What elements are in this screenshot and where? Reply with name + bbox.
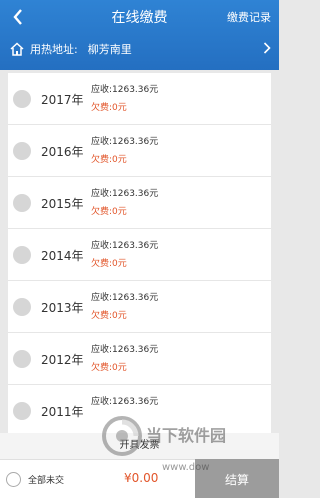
total-amount: ¥0.00 <box>124 471 159 485</box>
bill-year: 2011年 <box>41 405 84 419</box>
app-header: 在线缴费 缴费记录 用热地址: 柳芳南里 <box>0 0 279 70</box>
select-all-label: 全部未交 <box>28 476 65 486</box>
bill-row-2016[interactable]: 2016年 应收:1263.36元 欠费:0元 <box>8 125 271 177</box>
bill-year: 2012年 <box>41 353 84 367</box>
bill-row-2015[interactable]: 2015年 应收:1263.36元 欠费:0元 <box>8 177 271 229</box>
bill-receivable: 应收:1263.36元 <box>91 397 159 407</box>
bill-row-2011[interactable]: 2011年 应收:1263.36元 <box>8 385 271 433</box>
select-all-checkbox[interactable] <box>6 472 21 487</box>
bill-receivable: 应收:1263.36元 <box>91 345 159 355</box>
select-radio[interactable] <box>13 142 31 160</box>
bill-owed: 欠费:0元 <box>91 207 127 217</box>
address-label: 用热地址: <box>30 43 78 56</box>
address-value: 柳芳南里 <box>87 43 132 56</box>
bill-year: 2017年 <box>41 93 84 107</box>
bill-receivable: 应收:1263.36元 <box>91 85 159 95</box>
bill-year: 2014年 <box>41 249 84 263</box>
bill-owed: 欠费:0元 <box>91 259 127 269</box>
bill-receivable: 应收:1263.36元 <box>91 241 159 251</box>
payment-history-link[interactable]: 缴费记录 <box>227 9 271 25</box>
bill-year: 2015年 <box>41 197 84 211</box>
select-radio[interactable] <box>13 402 31 420</box>
checkout-button[interactable]: 结算 <box>195 459 279 498</box>
bill-owed: 欠费:0元 <box>91 311 127 321</box>
bill-row-2017[interactable]: 2017年 应收:1263.36元 欠费:0元 <box>8 73 271 125</box>
select-radio[interactable] <box>13 194 31 212</box>
bill-list: 2017年 应收:1263.36元 欠费:0元 2016年 应收:1263.36… <box>8 73 271 433</box>
bill-row-2014[interactable]: 2014年 应收:1263.36元 欠费:0元 <box>8 229 271 281</box>
bill-owed: 欠费:0元 <box>91 363 127 373</box>
address-bar[interactable]: 用热地址: 柳芳南里 <box>0 34 279 64</box>
select-radio[interactable] <box>13 350 31 368</box>
home-icon <box>8 40 26 58</box>
bill-row-2012[interactable]: 2012年 应收:1263.36元 欠费:0元 <box>8 333 271 385</box>
select-radio[interactable] <box>13 246 31 264</box>
chevron-right-icon <box>263 42 271 57</box>
bill-receivable: 应收:1263.36元 <box>91 293 159 303</box>
bill-owed: 欠费:0元 <box>91 103 127 113</box>
bill-owed: 欠费:0元 <box>91 155 127 165</box>
select-radio[interactable] <box>13 90 31 108</box>
bill-year: 2016年 <box>41 145 84 159</box>
bill-year: 2013年 <box>41 301 84 315</box>
issue-invoice-button[interactable]: 开具发票 <box>0 433 279 459</box>
footer-bar: 全部未交 ¥0.00 结算 <box>0 459 279 498</box>
bill-receivable: 应收:1263.36元 <box>91 137 159 147</box>
bill-row-2013[interactable]: 2013年 应收:1263.36元 欠费:0元 <box>8 281 271 333</box>
select-radio[interactable] <box>13 298 31 316</box>
bill-receivable: 应收:1263.36元 <box>91 189 159 199</box>
